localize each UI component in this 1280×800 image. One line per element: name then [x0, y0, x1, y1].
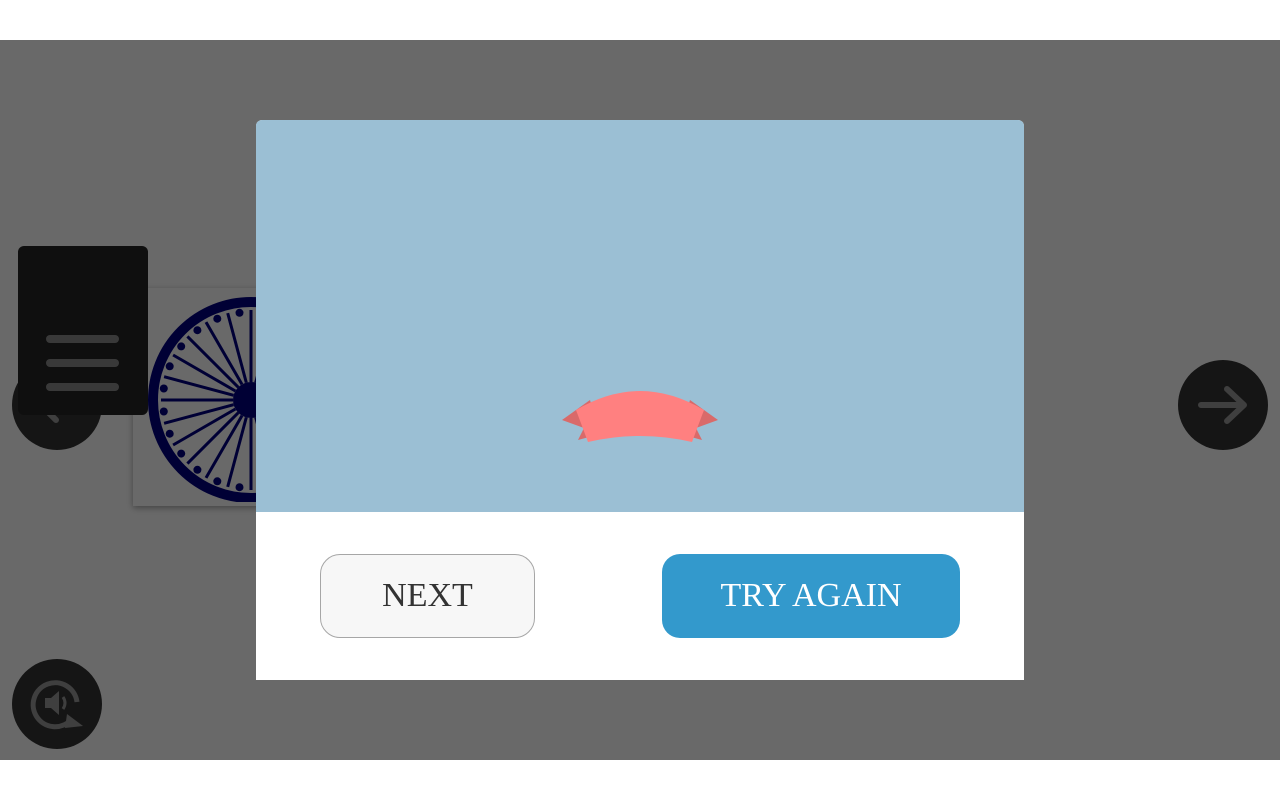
next-button[interactable]: NEXT	[320, 554, 535, 638]
dialog-footer: NEXT TRY AGAIN	[256, 512, 1024, 680]
result-dialog: NEXT TRY AGAIN	[256, 120, 1024, 680]
lesson-stage: NEXT TRY AGAIN	[0, 40, 1280, 760]
ribbon-banner-icon	[562, 391, 718, 442]
dialog-illustration	[256, 120, 1024, 512]
try-again-button[interactable]: TRY AGAIN	[662, 554, 960, 638]
